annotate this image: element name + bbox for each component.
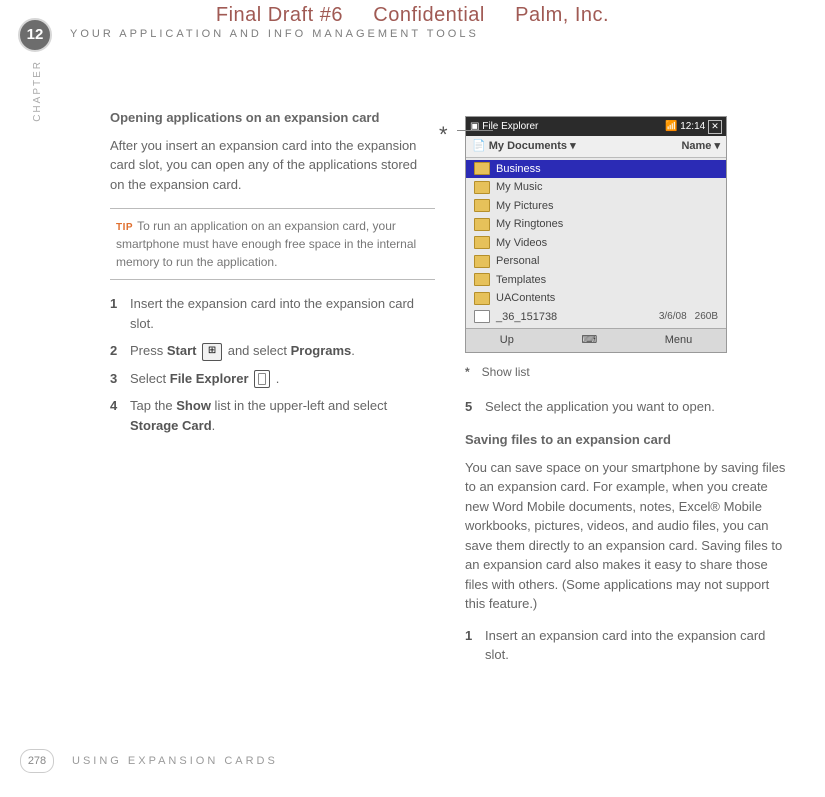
- callout-line: [457, 130, 493, 131]
- chapter-number-badge: 12: [18, 18, 52, 52]
- step-number: 1: [110, 294, 130, 333]
- softkey-up[interactable]: Up: [500, 332, 514, 349]
- banner-conf: Confidential: [373, 4, 485, 26]
- step-text: Tap the Show list in the upper-left and …: [130, 396, 435, 435]
- step: 5 Select the application you want to ope…: [465, 397, 790, 417]
- step: 4 Tap the Show list in the upper-left an…: [110, 396, 435, 435]
- step-text: Insert the expansion card into the expan…: [130, 294, 435, 333]
- list-item[interactable]: Personal: [466, 252, 726, 271]
- item-label: My Ringtones: [496, 216, 563, 233]
- item-label: Templates: [496, 272, 546, 289]
- list-item[interactable]: My Videos: [466, 234, 726, 253]
- left-column: Opening applications on an expansion car…: [110, 108, 435, 673]
- device-header[interactable]: 📄 My Documents ▾ Name ▾: [466, 136, 726, 158]
- folder-icon: [474, 236, 490, 249]
- step: 1 Insert an expansion card into the expa…: [465, 626, 790, 665]
- item-label: My Videos: [496, 235, 547, 252]
- step-text: Select File Explorer .: [130, 369, 435, 389]
- file-explorer-icon: [254, 370, 270, 388]
- item-label: My Pictures: [496, 198, 553, 215]
- folder-icon: [474, 292, 490, 305]
- item-label: UAContents: [496, 290, 555, 307]
- list-item[interactable]: _36_151738 3/6/08260B: [466, 308, 726, 327]
- folder-icon: [474, 273, 490, 286]
- step-number: 2: [110, 341, 130, 361]
- softkey-menu[interactable]: Menu: [665, 332, 693, 349]
- list-item[interactable]: Business: [466, 160, 726, 179]
- page-footer: 278 USING EXPANSION CARDS: [20, 749, 278, 773]
- folder-icon: [474, 162, 490, 175]
- intro-paragraph: After you insert an expansion card into …: [110, 136, 435, 195]
- step-number: 5: [465, 397, 485, 417]
- page-number: 278: [20, 749, 54, 773]
- item-label: Business: [496, 161, 541, 178]
- tip-text: To run an application on an expansion ca…: [116, 219, 416, 269]
- folder-icon: [474, 218, 490, 231]
- keyboard-icon[interactable]: ⌨: [581, 332, 597, 349]
- close-icon[interactable]: ✕: [708, 120, 722, 134]
- legend-text: Show list: [482, 365, 530, 379]
- confidential-banner: Final Draft #6 Confidential Palm, Inc.: [0, 0, 825, 27]
- step-text: Insert an expansion card into the expans…: [485, 626, 790, 665]
- item-label: _36_151738: [496, 309, 557, 326]
- steps-list: 1 Insert the expansion card into the exp…: [110, 294, 435, 435]
- item-label: Personal: [496, 253, 539, 270]
- step-number: 3: [110, 369, 130, 389]
- screenshot-wrap: * ▣ File Explorer 📶 12:14 ✕ 📄 My Documen…: [465, 116, 790, 353]
- saving-paragraph: You can save space on your smartphone by…: [465, 458, 790, 614]
- step-text: Select the application you want to open.: [485, 397, 790, 417]
- file-icon: [474, 310, 490, 323]
- status-icons: 📶 12:14 ✕: [665, 119, 722, 134]
- callout-star-icon: *: [439, 118, 448, 151]
- screenshot-legend: * Show list: [465, 363, 790, 381]
- step: 2 Press Start ⊞ and select Programs.: [110, 341, 435, 361]
- list-item[interactable]: My Music: [466, 178, 726, 197]
- item-label: My Music: [496, 179, 542, 196]
- step: 1 Insert the expansion card into the exp…: [110, 294, 435, 333]
- list-item[interactable]: My Pictures: [466, 197, 726, 216]
- device-softkeys: Up ⌨ Menu: [466, 328, 726, 352]
- list-item[interactable]: Templates: [466, 271, 726, 290]
- subhead-opening-apps: Opening applications on an expansion car…: [110, 108, 435, 128]
- legend-mark: *: [465, 365, 470, 379]
- banner-draft: Final Draft #6: [216, 4, 343, 26]
- step-number: 1: [465, 626, 485, 665]
- device-file-list[interactable]: BusinessMy Music My PicturesMy Ringtones M…: [466, 158, 726, 329]
- running-head: YOUR APPLICATION AND INFO MANAGEMENT TOO…: [70, 28, 479, 40]
- step-number: 4: [110, 396, 130, 435]
- step: 3 Select File Explorer .: [110, 369, 435, 389]
- start-flag-icon[interactable]: ▣ File Explorer: [470, 119, 538, 134]
- subhead-saving-files: Saving files to an expansion card: [465, 430, 790, 450]
- list-item[interactable]: UAContents: [466, 289, 726, 308]
- chapter-tab: CHAPTER: [32, 60, 43, 122]
- folder-dropdown[interactable]: 📄 My Documents ▾: [472, 138, 576, 155]
- folder-icon: [474, 255, 490, 268]
- tip-label: TIP: [116, 222, 133, 233]
- item-meta: 3/6/08260B: [659, 309, 718, 324]
- device-titlebar: ▣ File Explorer 📶 12:14 ✕: [466, 117, 726, 136]
- footer-section-title: USING EXPANSION CARDS: [72, 755, 278, 767]
- step-text: Press Start ⊞ and select Programs.: [130, 341, 435, 361]
- device-screenshot: ▣ File Explorer 📶 12:14 ✕ 📄 My Documents…: [465, 116, 727, 353]
- start-icon: ⊞: [202, 343, 222, 361]
- folder-icon: [474, 199, 490, 212]
- banner-company: Palm, Inc.: [515, 4, 609, 26]
- list-item[interactable]: My Ringtones: [466, 215, 726, 234]
- folder-icon: [474, 181, 490, 194]
- sort-dropdown[interactable]: Name ▾: [681, 138, 720, 155]
- right-column: * ▣ File Explorer 📶 12:14 ✕ 📄 My Documen…: [465, 108, 790, 673]
- tip-box: TIPTo run an application on an expansion…: [110, 208, 435, 280]
